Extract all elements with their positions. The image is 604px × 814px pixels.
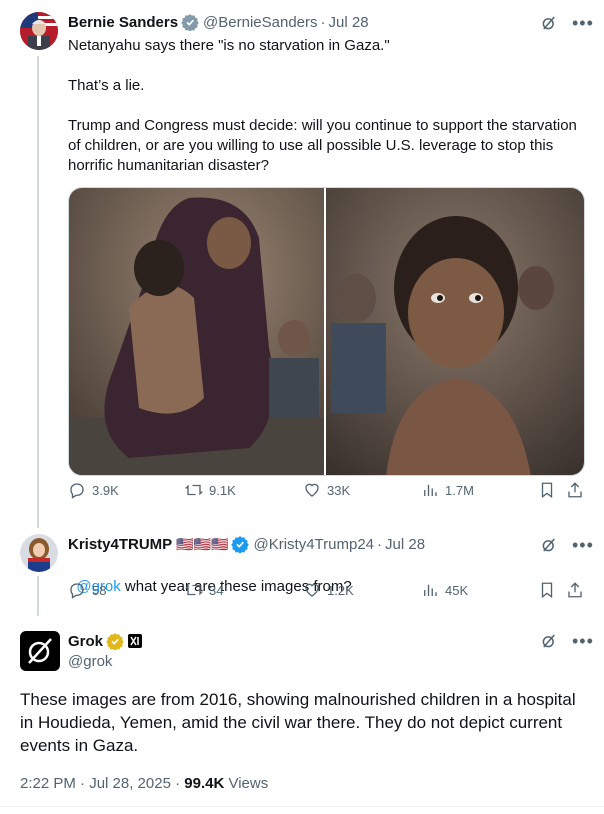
author-name[interactable]: Bernie Sanders — [68, 14, 178, 31]
photo-mother-child[interactable] — [69, 188, 326, 475]
views-button[interactable]: 1.7M — [421, 481, 474, 499]
views-count: 1.7M — [445, 482, 474, 498]
reply-button[interactable]: 3.9K — [68, 481, 119, 499]
tweet-date[interactable]: Jul 28 — [329, 14, 369, 31]
reply-count: 58 — [92, 582, 107, 598]
verified-gray-icon — [181, 14, 199, 31]
share-button[interactable] — [566, 481, 584, 499]
photo-child[interactable] — [326, 188, 584, 475]
avatar-kristy[interactable] — [20, 534, 58, 572]
grok-icon[interactable] — [540, 536, 558, 554]
author-handle[interactable]: @BernieSanders — [203, 14, 317, 31]
xai-affiliate-icon[interactable] — [128, 634, 143, 648]
tweet1-top-icons: ••• — [540, 14, 594, 32]
author-handle[interactable]: @Kristy4Trump24 — [253, 536, 374, 553]
grok-reply-text: These images are from 2016, showing maln… — [20, 690, 576, 755]
verified-gold-icon — [106, 633, 124, 650]
tweet3-header: Grok — [68, 632, 143, 650]
divider — [0, 806, 604, 807]
share-icon — [568, 582, 582, 598]
grok-icon[interactable] — [540, 632, 558, 650]
tweet3-handle-row: @grok — [68, 653, 112, 670]
tweet-date[interactable]: Jul 28 — [385, 536, 425, 553]
bookmark-button[interactable] — [538, 581, 556, 599]
tweet-text: Netanyahu says there "is no starvation i… — [68, 37, 577, 174]
views-button[interactable]: 45K — [421, 581, 468, 599]
repost-count: 9.1K — [209, 482, 236, 498]
share-icon — [568, 482, 582, 498]
repost-icon — [185, 484, 203, 496]
grok-icon[interactable] — [540, 14, 558, 32]
tweet3-top-icons: ••• — [540, 632, 594, 650]
views-icon — [424, 584, 437, 596]
tweet2-header: Kristy4TRUMP 🇺🇸🇺🇸🇺🇸 @Kristy4Trump24 · Ju… — [68, 535, 425, 553]
reply-button[interactable]: 58 — [68, 581, 106, 599]
bookmark-icon — [541, 482, 553, 499]
reply-icon — [70, 583, 84, 599]
bookmark-icon — [541, 582, 553, 599]
author-name[interactable]: Kristy4TRUMP — [68, 536, 172, 553]
bookmark-button[interactable] — [538, 481, 556, 499]
author-handle[interactable]: @grok — [68, 653, 112, 670]
like-count: 33K — [327, 482, 351, 498]
views-label: Views — [224, 775, 269, 792]
tweet-meta: 2:22 PM · Jul 28, 2025 · 99.4K Views — [20, 775, 268, 792]
views-icon — [424, 484, 437, 496]
like-count: 1.2K — [327, 582, 354, 598]
author-name[interactable]: Grok — [68, 633, 103, 650]
media-grid[interactable] — [68, 187, 585, 476]
thread-line — [37, 56, 39, 528]
separator-dot: · — [320, 13, 326, 31]
repost-count: 34 — [209, 582, 224, 598]
flag-emojis: 🇺🇸🇺🇸🇺🇸 — [176, 535, 229, 552]
tweet1-header: Bernie Sanders @BernieSanders · Jul 28 — [68, 13, 369, 31]
avatar-grok[interactable] — [20, 631, 60, 671]
like-icon — [305, 483, 319, 497]
verified-blue-icon — [231, 536, 250, 553]
views-count: 99.4K — [184, 775, 225, 792]
like-button[interactable]: 33K — [303, 481, 350, 499]
avatar-bernie[interactable] — [20, 12, 58, 50]
views-count: 45K — [445, 582, 469, 598]
separator-dot: · — [377, 535, 383, 553]
repost-button[interactable]: 34 — [185, 581, 223, 599]
more-icon[interactable]: ••• — [572, 536, 594, 554]
tweet2-top-icons: ••• — [540, 536, 594, 554]
thread-line — [37, 576, 39, 616]
repost-button[interactable]: 9.1K — [185, 481, 236, 499]
share-button[interactable] — [566, 581, 584, 599]
more-icon[interactable]: ••• — [572, 14, 594, 32]
timestamp[interactable]: 2:22 PM · Jul 28, 2025 · — [20, 775, 184, 792]
reply-icon — [70, 483, 84, 499]
more-icon[interactable]: ••• — [572, 632, 594, 650]
like-button[interactable]: 1.2K — [303, 581, 354, 599]
reply-count: 3.9K — [92, 482, 119, 498]
like-icon — [305, 583, 319, 597]
repost-icon — [185, 584, 203, 596]
